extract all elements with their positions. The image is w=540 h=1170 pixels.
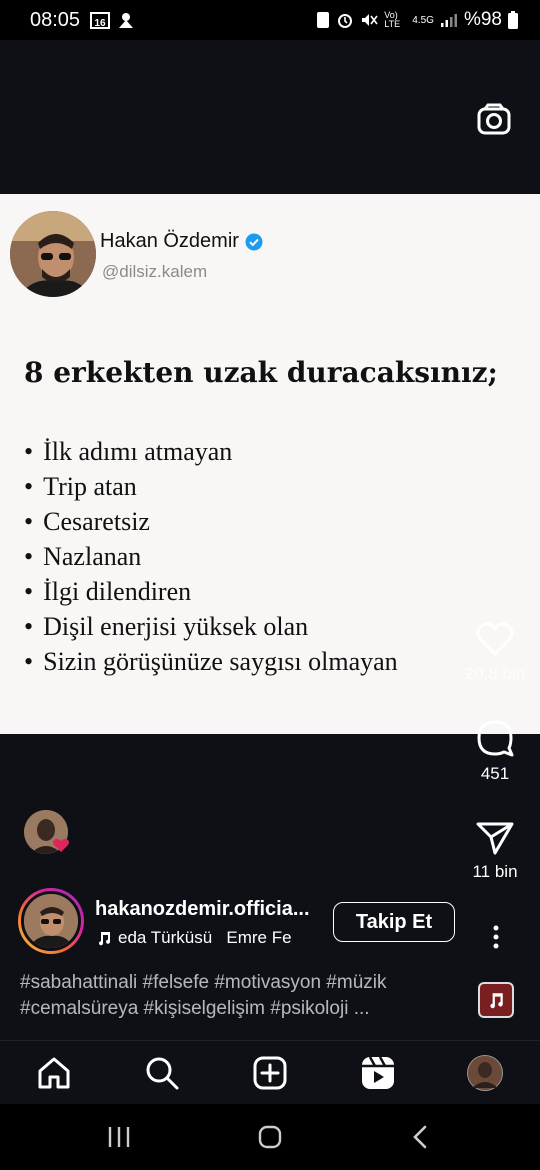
status-icons: Vo) LTE 4.5G %98	[316, 9, 518, 31]
search-icon[interactable]	[144, 1055, 180, 1091]
tweet-author-avatar	[10, 211, 96, 297]
list-item: Dişil enerjisi yüksek olan	[24, 609, 398, 644]
comment-count: 451	[480, 764, 510, 783]
list-item: İlk adımı atmayan	[24, 434, 398, 469]
more-options-icon[interactable]	[486, 924, 506, 950]
profile-avatar[interactable]	[18, 888, 84, 954]
music-title: eda Türküsü Emre Fe	[118, 928, 292, 947]
create-post-icon[interactable]	[252, 1055, 288, 1091]
reels-icon[interactable]	[360, 1055, 396, 1091]
tweet-list: İlk adımı atmayan Trip atan Cesaretsiz N…	[24, 434, 398, 679]
share-count: 11 bin	[472, 862, 518, 881]
heart-badge-icon	[53, 838, 69, 852]
list-item: İlgi dilendiren	[24, 574, 398, 609]
status-bar: 08:05 16 Vo) LTE 4.5G %98	[0, 0, 540, 40]
profile-tab-avatar[interactable]	[467, 1055, 503, 1091]
mute-icon	[362, 14, 378, 26]
volte-label: Vo) LTE	[384, 10, 401, 29]
notification-icon	[119, 13, 134, 28]
recent-apps-icon[interactable]	[104, 1122, 134, 1152]
share-button[interactable]: 11 bin	[455, 820, 535, 882]
bottom-navigation	[0, 1040, 540, 1104]
camera-icon[interactable]	[475, 102, 515, 138]
list-item: Nazlanan	[24, 539, 398, 574]
music-note-icon	[99, 932, 111, 946]
follow-button[interactable]: Takip Et	[333, 902, 455, 942]
tweet-author: Hakan Özdemir	[100, 230, 263, 253]
author-name: Hakan Özdemir	[100, 230, 239, 252]
home-icon[interactable]	[36, 1055, 72, 1091]
clock: 08:05	[30, 8, 81, 31]
alarm-icon	[338, 14, 353, 28]
list-item: Sizin görüşünüze saygısı olmayan	[24, 644, 398, 679]
music-note-icon	[490, 993, 503, 1009]
svg-text:16: 16	[95, 18, 107, 29]
caption-hashtags[interactable]: #sabahattinali #felsefe #motivasyon #müz…	[20, 970, 460, 1022]
sim-icon	[317, 12, 330, 28]
audio-thumbnail[interactable]	[478, 982, 514, 1018]
like-count: 20,8 bin	[464, 664, 526, 683]
home-system-icon[interactable]	[255, 1122, 285, 1152]
verified-badge-icon	[245, 233, 263, 250]
tweet-title: 8 erkekten uzak duracaksınız;	[24, 356, 498, 389]
person-photo-icon	[468, 1056, 502, 1090]
person-photo-icon	[10, 211, 96, 297]
comment-button[interactable]: 451	[455, 718, 535, 784]
back-icon[interactable]	[406, 1122, 436, 1152]
heart-icon[interactable]	[475, 620, 515, 658]
send-icon[interactable]	[475, 820, 515, 856]
battery-icon	[508, 11, 518, 29]
list-item: Trip atan	[24, 469, 398, 504]
person-photo-icon	[24, 894, 78, 948]
list-item: Cesaretsiz	[24, 504, 398, 539]
system-navigation	[0, 1104, 540, 1170]
calendar-icon: 16	[90, 12, 111, 29]
username[interactable]: hakanozdemir.officia...	[95, 898, 315, 921]
signal-icon	[440, 14, 457, 27]
battery-percent: %98	[463, 9, 502, 30]
like-button[interactable]: 20,8 bin	[455, 620, 535, 684]
network-label: 4.5G	[412, 14, 434, 26]
music-info[interactable]: eda Türküsü Emre Fe	[96, 928, 296, 948]
author-handle: @dilsiz.kalem	[102, 262, 208, 281]
comment-icon[interactable]	[475, 718, 515, 758]
